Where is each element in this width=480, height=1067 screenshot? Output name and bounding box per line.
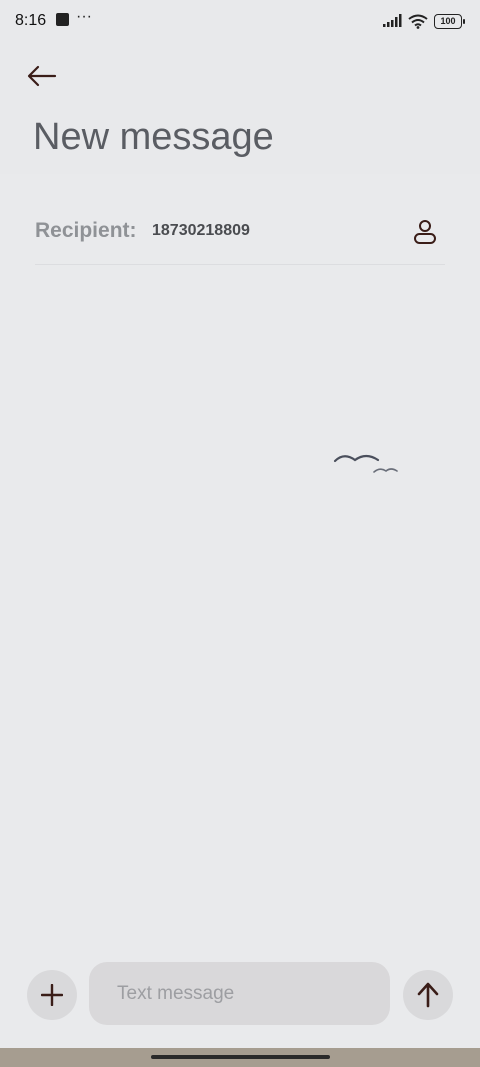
battery-level: 100 [440,15,456,26]
home-indicator[interactable] [151,1055,330,1059]
battery-icon: 100 [434,13,465,29]
notification-icon [56,13,69,26]
page-title: New message [33,116,274,158]
recipient-value[interactable]: 18730218809 [152,222,250,240]
header: New message [0,44,480,174]
contact-picker-button[interactable] [407,214,443,250]
status-time: 8:16 [15,12,47,29]
composer [0,960,480,1028]
add-attachment-button[interactable] [27,970,77,1020]
message-input[interactable] [89,962,390,1025]
birds-icon [333,454,398,473]
more-notifications-icon: ··· [76,8,92,25]
status-icons: 100 [382,10,465,32]
plus-icon [41,984,63,1006]
send-button[interactable] [403,970,453,1020]
person-icon [414,220,436,244]
recipient-row[interactable]: Recipient: 18730218809 [35,190,445,265]
navigation-bar [0,1048,480,1067]
wifi-icon [408,14,428,29]
back-button[interactable] [22,56,62,96]
arrow-left-icon [27,65,57,87]
signal-icon [383,14,402,27]
status-bar: 8:16 ··· 100 [0,0,480,44]
arrow-up-icon [417,982,439,1008]
recipient-label: Recipient: [35,219,137,242]
